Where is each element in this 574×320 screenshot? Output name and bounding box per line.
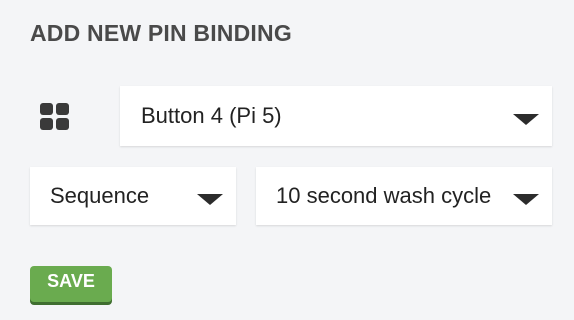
- sequence-select[interactable]: 10 second wash cycle: [256, 167, 552, 225]
- sequence-select-value: 10 second wash cycle: [276, 183, 492, 208]
- save-button[interactable]: SAVE: [30, 266, 112, 302]
- button-select-value: Button 4 (Pi 5): [141, 103, 282, 128]
- chevron-down-icon: [197, 194, 223, 205]
- chevron-down-icon: [513, 194, 539, 205]
- grid-icon: [40, 103, 70, 131]
- chevron-down-icon: [513, 114, 539, 125]
- panel-title: ADD NEW PIN BINDING: [30, 20, 292, 46]
- button-select[interactable]: Button 4 (Pi 5): [120, 86, 552, 146]
- add-pin-binding-panel: ADD NEW PIN BINDING Button 4 (Pi 5) Sequ…: [0, 0, 574, 320]
- binding-type-select[interactable]: Sequence: [30, 167, 236, 225]
